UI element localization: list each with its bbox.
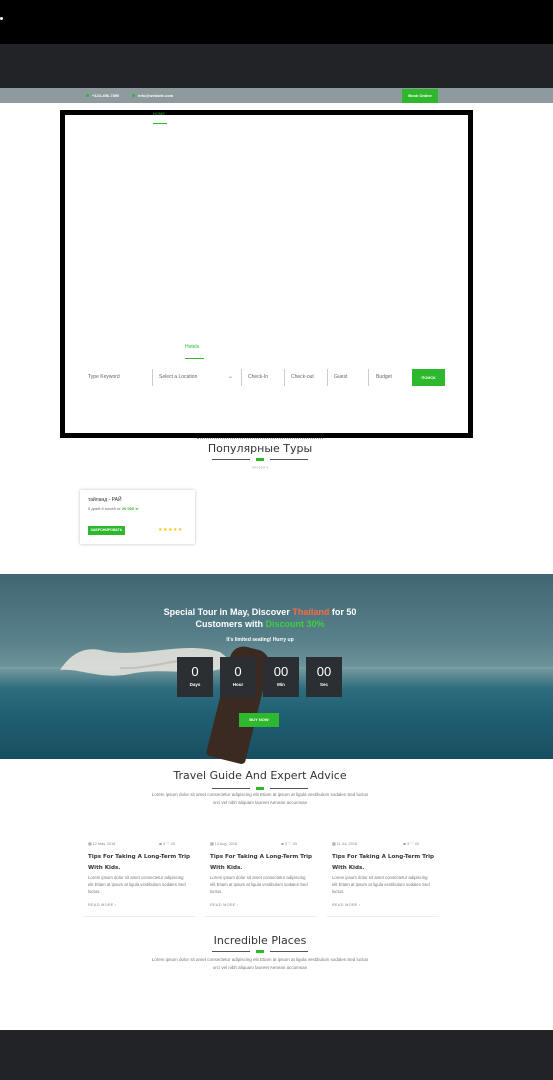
blog-post-card[interactable]: ▦ 11 Jul, 2018 ▰ 3 ♡ 43 Tips For Taking … [327, 833, 439, 917]
contact-email-text: info@website.com [138, 93, 174, 98]
comment-count: 3 [284, 842, 288, 846]
countdown-label: Days [189, 682, 201, 687]
post-stats: ▰ 3 ♡ 43 [281, 842, 297, 846]
read-more-link[interactable]: READ MORE › [332, 903, 361, 907]
buy-now-button[interactable]: BUY NOW [239, 713, 279, 727]
post-excerpt: Lorem ipsum dolor sit amet consectetur a… [210, 875, 308, 894]
contact-bar [0, 88, 553, 103]
search-divider [152, 369, 153, 386]
budget-select[interactable]: Budget [372, 369, 410, 386]
tour-name[interactable]: тайланд - РАЙ [88, 497, 122, 503]
nav-home-underline [153, 123, 167, 124]
read-more-text: READ MORE [210, 903, 236, 907]
post-date-text: 13 Aug, 2018 [214, 842, 238, 846]
countdown-label: Hour [232, 682, 244, 687]
nav-home-link[interactable]: HOME [153, 111, 165, 116]
post-date: ▦ 12 May, 2018 [88, 842, 116, 846]
comment-count: 3 [406, 842, 410, 846]
chevron-down-icon: ⌄ [228, 374, 234, 380]
like-count: 43 [292, 842, 297, 846]
guest-select[interactable]: Guest [330, 369, 368, 386]
blog-post-card[interactable]: ▦ 13 Aug, 2018 ▰ 3 ♡ 43 Tips For Taking … [205, 833, 317, 917]
countdown-hours: 0 Hour [220, 657, 256, 697]
post-date-text: 11 Jul, 2018 [336, 842, 358, 846]
contact-phone-text: +123-456-7890 [92, 93, 120, 98]
countdown-value: 0 [234, 664, 242, 679]
title-separator [212, 787, 308, 790]
countdown-seconds: 00 Sec [306, 657, 342, 697]
book-online-button[interactable]: Book Online [402, 89, 438, 103]
site-header [0, 44, 553, 88]
promo-title: Special Tour in May, Discover Thailand f… [140, 606, 380, 630]
hero-frame [60, 110, 473, 438]
post-excerpt: Lorem ipsum dolor sit amet consectetur a… [332, 875, 430, 894]
phone-icon [86, 94, 89, 98]
countdown-minutes: 00 Min [263, 657, 299, 697]
countdown-label: Min [277, 682, 285, 687]
read-more-text: READ MORE [88, 903, 114, 907]
blog-post-card[interactable]: ▦ 12 May, 2018 ▰ 3 ♡ 43 Tips For Taking … [83, 833, 195, 917]
title-separator [212, 458, 308, 461]
read-more-text: READ MORE [332, 903, 358, 907]
post-title[interactable]: Tips For Taking A Long-Term Trip With Ki… [88, 852, 196, 874]
tab-hotels-underline [185, 358, 204, 359]
read-more-link[interactable]: READ MORE › [210, 903, 239, 907]
tour-description: 5 дней 6 ночей от 20 000 тг [88, 506, 139, 511]
tours-subtitle: ?????? ? [251, 465, 269, 470]
search-divider [327, 369, 328, 386]
site-footer [0, 1030, 553, 1080]
search-divider [368, 369, 369, 386]
comment-count: 3 [162, 842, 166, 846]
like-count: 43 [414, 842, 419, 846]
star-rating: ★★★★★ [158, 527, 183, 533]
post-title[interactable]: Tips For Taking A Long-Term Trip With Ki… [210, 852, 318, 874]
cursor-dot [0, 17, 3, 20]
guide-title: Travel Guide And Expert Advice [173, 769, 347, 782]
post-stats: ▰ 3 ♡ 43 [159, 842, 175, 846]
tour-desc-text: 5 дней 6 ночей от [88, 506, 121, 511]
countdown-label: Sec [319, 682, 328, 687]
post-title[interactable]: Tips For Taking A Long-Term Trip With Ki… [332, 852, 440, 874]
title-separator [212, 950, 308, 953]
checkout-input[interactable]: Check-out [287, 369, 327, 386]
post-excerpt: Lorem ipsum dolor sit amet consectetur a… [88, 875, 186, 894]
promo-title-highlight-discount: Discount 30% [265, 619, 325, 629]
mail-icon [132, 94, 135, 98]
tours-title: Популярные Туры [207, 442, 313, 455]
browser-top-bar [0, 0, 553, 44]
post-date: ▦ 11 Jul, 2018 [332, 842, 358, 846]
places-title: Incredible Places [213, 934, 307, 947]
promo-title-part1: Special Tour in May, Discover [163, 607, 290, 617]
post-date: ▦ 13 Aug, 2018 [210, 842, 238, 846]
places-description: Lorem ipsum dolor sit amet consectetur a… [151, 957, 369, 970]
tab-hotels[interactable]: Hotels [185, 344, 199, 350]
countdown-days: 0 Days [177, 657, 213, 697]
post-date-text: 12 May, 2018 [92, 842, 116, 846]
countdown-value: 00 [316, 664, 332, 679]
promo-subtitle: It's limited seating! Hurry up [226, 637, 294, 643]
keyword-input[interactable]: Type Keyword [84, 369, 152, 386]
guide-description: Lorem ipsum dolor sit amet consectetur a… [151, 792, 369, 805]
search-divider [284, 369, 285, 386]
contact-phone[interactable]: +123-456-7890 [86, 88, 119, 103]
tour-price: 20 000 тг [121, 506, 139, 511]
post-stats: ▰ 3 ♡ 43 [403, 842, 419, 846]
read-more-link[interactable]: READ MORE › [88, 903, 117, 907]
like-count: 43 [170, 842, 175, 846]
search-divider [241, 369, 242, 386]
promo-title-highlight-country: Thailand [292, 607, 330, 617]
divider [197, 438, 323, 440]
countdown-value: 0 [191, 664, 199, 679]
contact-email[interactable]: info@website.com [132, 88, 173, 103]
checkin-input[interactable]: Check-In [244, 369, 284, 386]
book-tour-button[interactable]: ЗАБРОНИРОВАТЬ [88, 526, 125, 535]
countdown-value: 00 [273, 664, 289, 679]
search-button[interactable]: ПОИСК [412, 369, 445, 386]
